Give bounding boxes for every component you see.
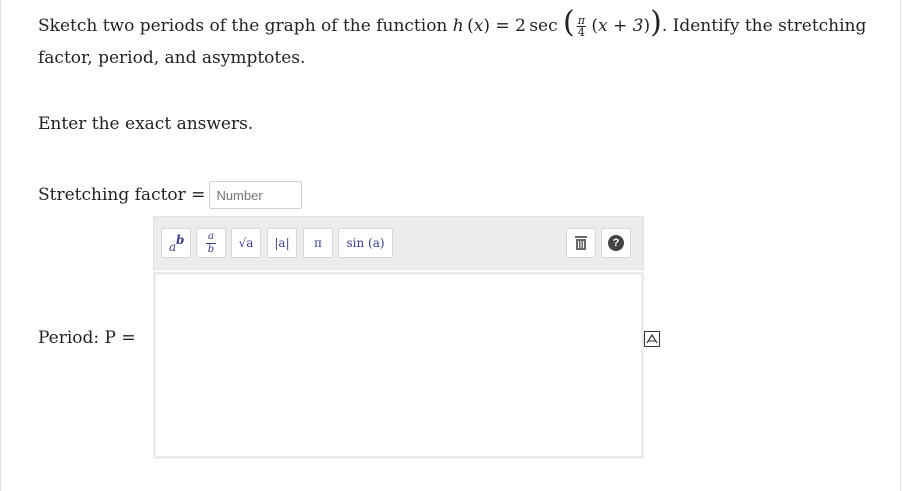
power-icon: ab	[169, 233, 185, 254]
question-sentence-start: Sketch two periods of the graph of the f…	[38, 16, 448, 36]
power-button[interactable]: ab	[161, 228, 191, 258]
help-icon: ?	[608, 235, 624, 251]
pi-icon: π	[314, 236, 322, 250]
absolute-value-button[interactable]: |a|	[267, 228, 297, 258]
function-name: h	[452, 16, 464, 36]
period-label: Period: P =	[38, 328, 136, 348]
function-inner: x + 3	[598, 16, 644, 36]
function-coefficient: 2	[515, 16, 526, 36]
delete-button[interactable]	[566, 228, 596, 258]
left-border	[0, 0, 1, 491]
pi-button[interactable]: π	[303, 228, 333, 258]
equation-editor-icon[interactable]	[644, 331, 660, 347]
sqrt-icon: √a	[238, 236, 254, 250]
instruction-text: Enter the exact answers.	[38, 114, 254, 134]
right-border	[900, 0, 901, 491]
function-fraction: π4	[576, 14, 586, 39]
question-sentence-end: . Identify the stretching	[661, 16, 867, 36]
sin-icon: sin (a)	[346, 236, 385, 250]
period-answer-area[interactable]	[153, 272, 644, 459]
function-expression: h (x) = 2 sec (π 4 (x + 3))	[452, 5, 662, 40]
sin-button[interactable]: sin (a)	[338, 228, 393, 258]
function-variable: x	[473, 16, 484, 36]
stretching-factor-row: Stretching factor =	[38, 180, 303, 210]
sqrt-button[interactable]: √a	[231, 228, 261, 258]
math-toolbar: ab ab √a |a| π sin (a) ?	[153, 216, 644, 270]
fraction-button[interactable]: ab	[196, 228, 226, 258]
trash-icon	[575, 236, 587, 250]
question-text: Sketch two periods of the graph of the f…	[38, 5, 878, 74]
function-trig: sec	[529, 16, 558, 36]
absolute-value-icon: |a|	[274, 236, 290, 250]
stretching-factor-input[interactable]	[209, 181, 303, 209]
stretching-factor-label: Stretching factor =	[38, 185, 206, 205]
question-line-2: factor, period, and asymptotes.	[38, 48, 306, 68]
question-line-1: Sketch two periods of the graph of the f…	[38, 5, 878, 42]
fraction-icon: ab	[206, 230, 216, 255]
help-button[interactable]: ?	[601, 228, 631, 258]
